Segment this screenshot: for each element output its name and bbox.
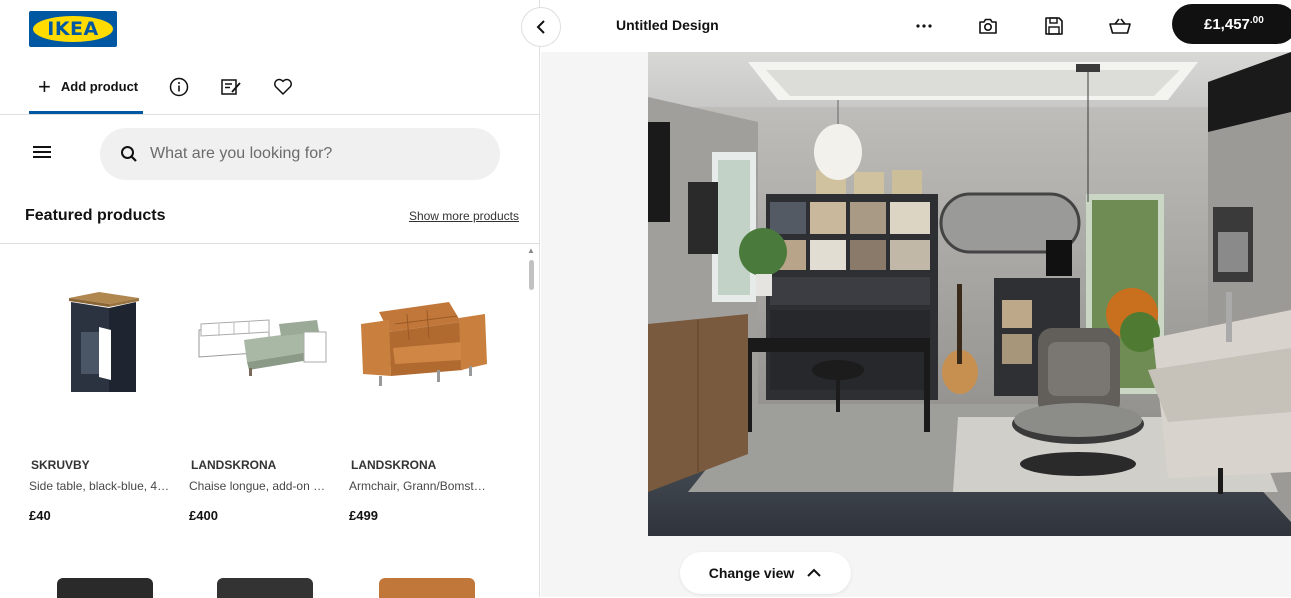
scroll-up-icon[interactable]: ▲ [527, 246, 535, 255]
left-panel: IKEA + Add product Featured products Sho… [0, 0, 540, 598]
plus-icon: + [38, 73, 51, 99]
product-card[interactable] [29, 562, 174, 598]
product-price: £40 [29, 508, 51, 523]
menu-icon[interactable] [33, 143, 55, 163]
product-card[interactable]: SKRUVBY Side table, black-blue, 4… £40 [29, 252, 179, 523]
more-options-icon[interactable] [912, 14, 936, 38]
tab-add-product[interactable]: + Add product [29, 62, 143, 114]
product-price: £499 [349, 508, 378, 523]
chevron-left-icon [536, 20, 545, 34]
save-icon[interactable] [1042, 14, 1066, 38]
product-card[interactable] [349, 562, 494, 598]
scrollbar[interactable]: ▲ [527, 246, 535, 596]
collapse-panel-button[interactable] [521, 7, 561, 47]
info-icon[interactable] [167, 75, 191, 99]
product-description: Armchair, Grann/Bomst… [349, 479, 486, 493]
product-image [189, 252, 339, 392]
cart-total-decimal: .00 [1249, 14, 1264, 26]
cart-total-button[interactable]: £1,457.00 [1172, 4, 1291, 44]
scroll-thumb[interactable] [529, 260, 534, 290]
search-input[interactable] [150, 145, 470, 163]
show-more-link[interactable]: Show more products [409, 209, 519, 223]
basket-icon[interactable] [1108, 14, 1132, 38]
divider [0, 243, 540, 244]
search-icon [121, 146, 137, 162]
product-card[interactable]: LANDSKRONA Chaise longue, add-on … £400 [189, 252, 339, 523]
design-title[interactable]: Untitled Design [616, 17, 719, 33]
product-card[interactable]: LANDSKRONA Armchair, Grann/Bomst… £499 [349, 252, 499, 523]
ikea-logo[interactable]: IKEA [29, 11, 117, 47]
product-image [349, 252, 499, 392]
chevron-up-icon [807, 568, 822, 577]
change-view-label: Change view [708, 565, 795, 581]
change-view-button[interactable]: Change view [680, 552, 851, 594]
panel-tabs: + Add product [0, 62, 540, 115]
logo-text: IKEA [47, 18, 99, 40]
camera-icon[interactable] [976, 14, 1000, 38]
tab-add-product-label: Add product [60, 79, 139, 94]
product-brand: LANDSKRONA [351, 458, 437, 472]
top-bar: Untitled Design £1,457.00 [541, 0, 1291, 52]
product-image [29, 252, 179, 404]
product-price: £400 [189, 508, 218, 523]
product-description: Chaise longue, add-on … [189, 479, 326, 493]
product-description: Side table, black-blue, 4… [29, 479, 169, 493]
cart-total-amount: £1,457 [1204, 15, 1250, 33]
product-card[interactable] [189, 562, 334, 598]
product-brand: LANDSKRONA [191, 458, 277, 472]
notes-edit-icon[interactable] [219, 75, 243, 99]
featured-title: Featured products [25, 207, 166, 224]
design-canvas[interactable]: Change view [541, 52, 1291, 597]
product-brand: SKRUVBY [31, 458, 90, 472]
heart-icon[interactable] [271, 75, 295, 99]
room-render[interactable] [648, 52, 1291, 536]
search-bar[interactable] [100, 128, 500, 180]
